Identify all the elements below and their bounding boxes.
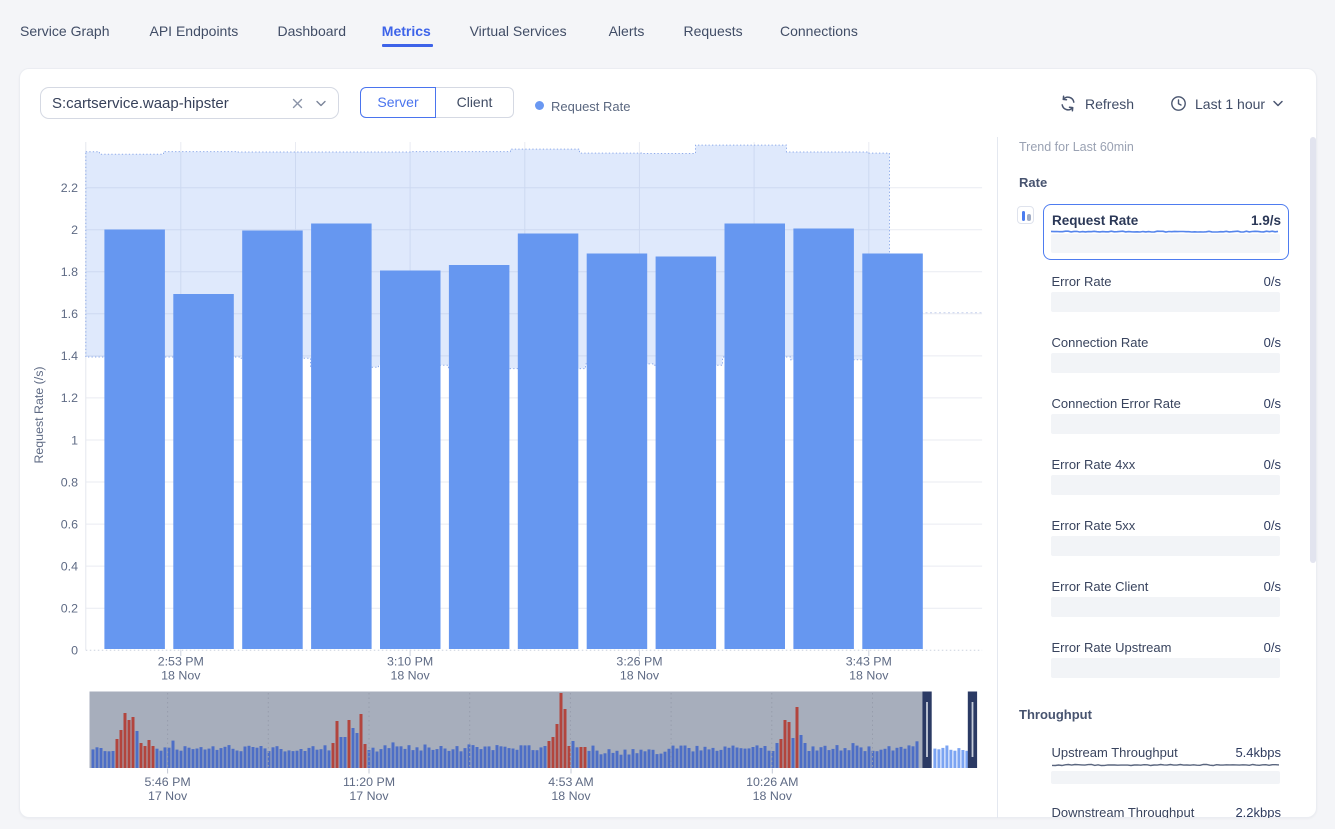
svg-text:0.8: 0.8 xyxy=(60,475,77,489)
svg-text:1.6: 1.6 xyxy=(60,307,77,321)
svg-text:18 Nov: 18 Nov xyxy=(390,669,430,683)
svg-text:3:10 PM: 3:10 PM xyxy=(387,655,433,669)
svg-text:18 Nov: 18 Nov xyxy=(551,789,591,803)
svg-text:0: 0 xyxy=(71,644,78,658)
svg-text:1.2: 1.2 xyxy=(60,391,77,405)
svg-text:17 Nov: 17 Nov xyxy=(349,789,389,803)
svg-text:18 Nov: 18 Nov xyxy=(752,789,792,803)
svg-text:2: 2 xyxy=(71,223,78,237)
svg-text:5:46 PM: 5:46 PM xyxy=(144,775,190,789)
svg-text:3:43 PM: 3:43 PM xyxy=(845,655,891,669)
svg-text:4:53 AM: 4:53 AM xyxy=(548,775,593,789)
svg-text:1.8: 1.8 xyxy=(60,265,77,279)
svg-text:Request Rate (/s): Request Rate (/s) xyxy=(32,366,46,463)
svg-text:2.2: 2.2 xyxy=(60,181,77,195)
svg-text:17 Nov: 17 Nov xyxy=(147,789,187,803)
svg-text:11:20 PM: 11:20 PM xyxy=(342,775,394,789)
svg-text:3:26 PM: 3:26 PM xyxy=(616,655,662,669)
svg-text:2:53 PM: 2:53 PM xyxy=(157,655,203,669)
svg-text:18 Nov: 18 Nov xyxy=(849,669,889,683)
svg-text:0.6: 0.6 xyxy=(60,517,77,531)
svg-text:18 Nov: 18 Nov xyxy=(619,669,659,683)
svg-text:0.4: 0.4 xyxy=(60,559,77,573)
svg-text:18 Nov: 18 Nov xyxy=(161,669,201,683)
svg-text:10:26 AM: 10:26 AM xyxy=(746,775,798,789)
svg-text:1.4: 1.4 xyxy=(60,349,77,363)
svg-text:0.2: 0.2 xyxy=(60,602,77,616)
svg-text:1: 1 xyxy=(71,433,78,447)
